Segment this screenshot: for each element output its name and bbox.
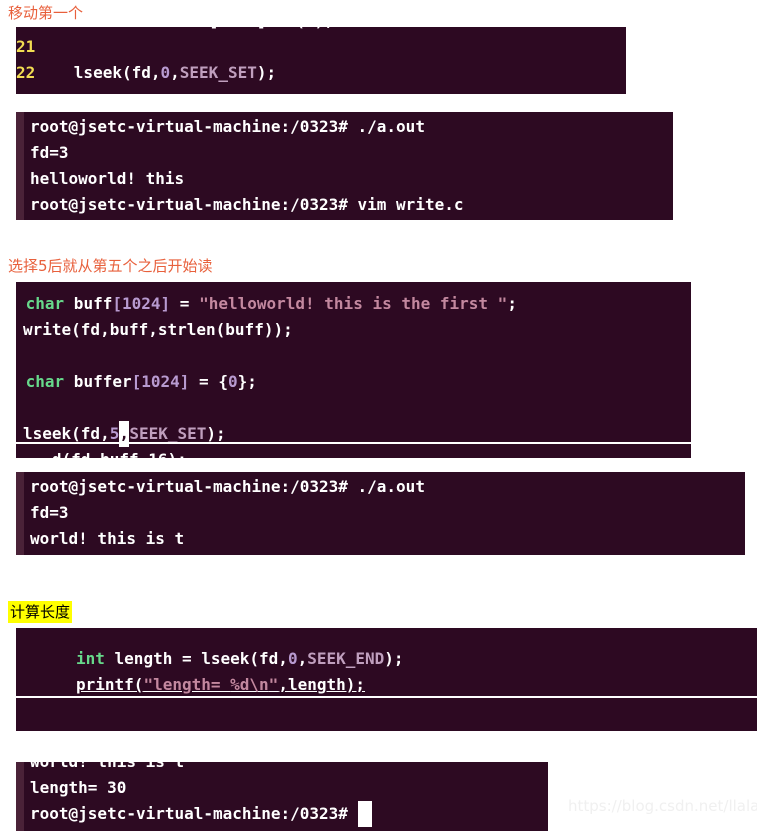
terminal-line: root@jsetc-virtual-machine:/0323# ./a.ou… bbox=[30, 477, 425, 496]
terminal-line: length= 30 bbox=[30, 778, 127, 797]
editor-line-blank-2 bbox=[16, 395, 691, 421]
terminal-line: world! this is t bbox=[30, 529, 185, 548]
string-literal: "helloworld! this is the first " bbox=[199, 294, 508, 313]
printf-call: printf( bbox=[76, 675, 144, 694]
editor-cursor-line-rule bbox=[16, 696, 757, 698]
format-specifier: %d\n bbox=[230, 675, 269, 694]
seek-whence-macro: SEEK_END bbox=[307, 649, 385, 668]
caption-select-five: 选择5后就从第五个之后开始读 bbox=[8, 257, 213, 275]
length-assign: length = lseek(fd, bbox=[104, 649, 288, 668]
line-number: 22 bbox=[16, 63, 36, 82]
init-zero: 0 bbox=[227, 372, 238, 391]
init-close: }; bbox=[237, 372, 257, 391]
seek-whence-macro: SEEK_SET bbox=[179, 63, 257, 82]
terminal-partial-line: world! this is t bbox=[30, 762, 548, 775]
editor-cursor-line-rule bbox=[16, 442, 691, 444]
var-name: buffer bbox=[64, 372, 132, 391]
comma: , bbox=[170, 63, 180, 82]
editor-block-seek-five[interactable]: char buff[1024] = "helloworld! this is t… bbox=[16, 282, 691, 458]
terminal-block-run-3[interactable]: world! this is t length= 30 root@jsetc-v… bbox=[16, 762, 548, 831]
terminal-line: root@jsetc-virtual-machine:/0323# bbox=[30, 801, 548, 827]
editor-line-printf: printf("length= %d\n",length); bbox=[16, 672, 757, 698]
semicolon: ; bbox=[507, 294, 517, 313]
bracket-open: [ bbox=[131, 372, 142, 391]
bracket-open: [ bbox=[112, 294, 122, 313]
lseek-call: lseek(fd, bbox=[73, 63, 161, 82]
bracket-close: ] bbox=[179, 372, 190, 391]
assign-op: = bbox=[170, 294, 200, 313]
lseek-offset: 5 bbox=[109, 424, 120, 443]
lseek-offset: 0 bbox=[160, 63, 171, 82]
editor-row-21: 21 bbox=[16, 34, 626, 60]
format-string-close: " bbox=[268, 675, 279, 694]
call-tail: ); bbox=[206, 424, 226, 443]
terminal-line: root@jsetc-virtual-machine:/0323# ./a.ou… bbox=[30, 117, 425, 136]
seek-whence-macro: SEEK_SET bbox=[129, 424, 207, 443]
shell-prompt: root@jsetc-virtual-machine:/0323# bbox=[30, 804, 358, 823]
lseek-call: lseek(fd, bbox=[23, 424, 110, 443]
editor-line-char-buffer: char buffer[1024] = {0}; bbox=[16, 369, 691, 395]
editor-line-blank bbox=[16, 343, 691, 369]
editor-partial-line: [ ] ( ); bbox=[16, 27, 626, 34]
editor-line-char-buff: char buff[1024] = "helloworld! this is t… bbox=[16, 291, 691, 317]
printf-args: ,length); bbox=[278, 675, 366, 694]
editor-partial-line-top bbox=[16, 282, 691, 291]
editor-partial-line-bottom: d(fd,buff,16); bbox=[16, 447, 691, 458]
format-string: "length= bbox=[143, 675, 231, 694]
array-size: 1024 bbox=[141, 372, 180, 391]
csdn-watermark: https://blog.csdn.net/llalal bbox=[568, 797, 757, 815]
type-keyword: char bbox=[25, 372, 65, 391]
terminal-block-run-1[interactable]: root@jsetc-virtual-machine:/0323# ./a.ou… bbox=[16, 112, 673, 220]
bracket-close: ] bbox=[160, 294, 171, 313]
caption-move-first: 移动第一个 bbox=[8, 4, 84, 22]
terminal-line: fd=3 bbox=[30, 503, 69, 522]
caption-compute-length: 计算长度 bbox=[8, 601, 73, 623]
terminal-line: fd=3 bbox=[30, 143, 69, 162]
line-number: 21 bbox=[16, 37, 36, 56]
editor-row-22: 22 lseek(fd,0,SEEK_SET); bbox=[16, 60, 626, 86]
array-size: 1024 bbox=[121, 294, 161, 313]
call-tail: ); bbox=[256, 63, 277, 82]
type-keyword: char bbox=[25, 294, 65, 313]
var-name: buff bbox=[64, 294, 113, 313]
terminal-block-run-2[interactable]: root@jsetc-virtual-machine:/0323# ./a.ou… bbox=[16, 472, 745, 555]
lseek-offset: 0 bbox=[287, 649, 298, 668]
editor-block-length[interactable]: int length = lseek(fd,0,SEEK_END); print… bbox=[16, 628, 757, 731]
editor-block-seek-set[interactable]: [ ] ( ); 21 22 lseek(fd,0,SEEK_SET); bbox=[16, 27, 626, 94]
editor-line-int-length: int length = lseek(fd,0,SEEK_END); bbox=[16, 646, 757, 672]
call-tail: ); bbox=[384, 649, 404, 668]
terminal-line: root@jsetc-virtual-machine:/0323# vim wr… bbox=[30, 195, 464, 214]
terminal-line: helloworld! this bbox=[30, 169, 185, 188]
assign-op: = { bbox=[189, 372, 228, 391]
type-keyword: int bbox=[76, 649, 105, 668]
comma: , bbox=[297, 649, 308, 668]
editor-line-write: write(fd,buff,strlen(buff)); bbox=[23, 320, 293, 339]
